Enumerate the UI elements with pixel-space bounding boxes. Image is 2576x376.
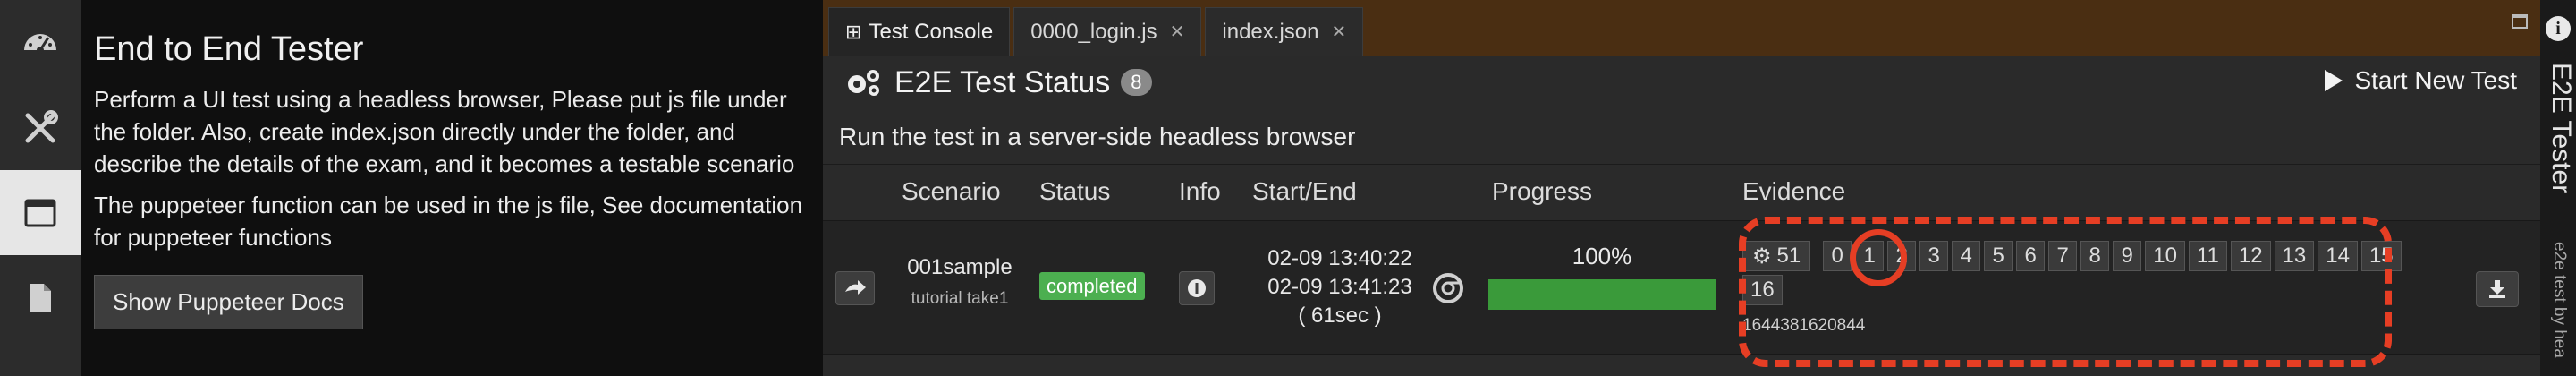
run-scenario-button[interactable] bbox=[835, 271, 875, 305]
description-text: Run the test in a server-side headless b… bbox=[823, 109, 2540, 165]
tab-test-console[interactable]: ⊞ Test Console bbox=[828, 7, 1011, 56]
editor-area: ⊞ Test Console 0000_login.js ✕ index.jso… bbox=[823, 0, 2540, 376]
info-icon bbox=[1188, 279, 1206, 297]
tab-bar: ⊞ Test Console 0000_login.js ✕ index.jso… bbox=[823, 0, 2540, 56]
browser-window-icon bbox=[24, 199, 56, 226]
download-icon bbox=[2489, 280, 2505, 298]
annotation-circle-highlight bbox=[1850, 229, 1907, 286]
progress-bar-fill bbox=[1488, 279, 1716, 310]
console-icon: ⊞ bbox=[845, 20, 862, 43]
show-puppeteer-docs-button[interactable]: Show Puppeteer Docs bbox=[94, 275, 363, 329]
side-panel-puppeteer-note: The puppeteer function can be used in th… bbox=[94, 192, 803, 251]
gears-icon bbox=[848, 70, 879, 96]
tools-icon bbox=[25, 109, 58, 142]
side-panel-title: End to End Tester bbox=[94, 30, 364, 68]
tab-label: 0000_login.js bbox=[1030, 19, 1157, 44]
end-time: 02-09 13:41:23 bbox=[1267, 275, 1412, 299]
info-button[interactable] bbox=[1179, 271, 1215, 305]
page-title: E2E Test Status bbox=[894, 64, 1111, 99]
column-header-progress: Progress bbox=[1492, 177, 1593, 205]
maximize-icon[interactable] bbox=[2512, 14, 2528, 29]
activity-browser[interactable] bbox=[0, 170, 80, 255]
column-header-status: Status bbox=[1039, 177, 1111, 205]
column-header-scenario: Scenario bbox=[902, 177, 1001, 205]
activity-file[interactable] bbox=[0, 255, 80, 340]
status-header: E2E Test Status 8 Start New Test bbox=[823, 56, 2540, 109]
close-icon[interactable]: ✕ bbox=[1331, 21, 1346, 43]
right-side-bar: i E2E Tester e2e test by hea bbox=[2540, 0, 2576, 376]
table-header: Scenario Status Info Start/End Progress … bbox=[823, 165, 2540, 218]
chrome-icon bbox=[1433, 273, 1463, 308]
status-badge: completed bbox=[1039, 272, 1145, 300]
tab-login-js[interactable]: 0000_login.js ✕ bbox=[1013, 7, 1202, 56]
extension-subtitle: e2e test by hea bbox=[2550, 242, 2569, 358]
side-panel-description: Perform a UI test using a headless brows… bbox=[94, 86, 795, 177]
dashboard-icon bbox=[24, 33, 56, 54]
scenario-subtitle: tutorial take1 bbox=[911, 289, 1009, 308]
play-icon bbox=[2325, 70, 2343, 91]
column-header-start-end: Start/End bbox=[1252, 177, 1357, 205]
progress-label: 100% bbox=[1572, 243, 1632, 269]
download-button[interactable] bbox=[2476, 271, 2519, 307]
annotation-dashed-highlight bbox=[1739, 217, 2392, 367]
tab-label: index.json bbox=[1222, 19, 1319, 44]
file-icon bbox=[30, 283, 51, 312]
activity-dashboard[interactable] bbox=[0, 0, 80, 85]
column-header-evidence: Evidence bbox=[1742, 177, 1846, 205]
tab-index-json[interactable]: index.json ✕ bbox=[1205, 7, 1364, 56]
run-arrow-icon bbox=[845, 280, 866, 295]
column-header-info: Info bbox=[1179, 177, 1221, 205]
side-panel: End to End Tester Perform a UI test usin… bbox=[80, 0, 823, 376]
test-count-badge: 8 bbox=[1121, 69, 1152, 96]
start-time: 02-09 13:40:22 bbox=[1267, 246, 1412, 270]
start-new-test-button[interactable]: Start New Test bbox=[2324, 66, 2517, 95]
tab-label: Test Console bbox=[869, 19, 994, 44]
close-icon[interactable]: ✕ bbox=[1170, 21, 1185, 43]
start-new-test-label: Start New Test bbox=[2354, 66, 2517, 94]
activity-bar bbox=[0, 0, 80, 376]
info-icon[interactable]: i bbox=[2546, 16, 2571, 41]
progress-bar bbox=[1488, 279, 1716, 310]
scenario-name: 001sample bbox=[907, 255, 1013, 279]
duration: ( 61sec ) bbox=[1298, 303, 1382, 328]
extension-title: E2E Tester bbox=[2546, 63, 2576, 194]
activity-tools[interactable] bbox=[0, 85, 80, 170]
